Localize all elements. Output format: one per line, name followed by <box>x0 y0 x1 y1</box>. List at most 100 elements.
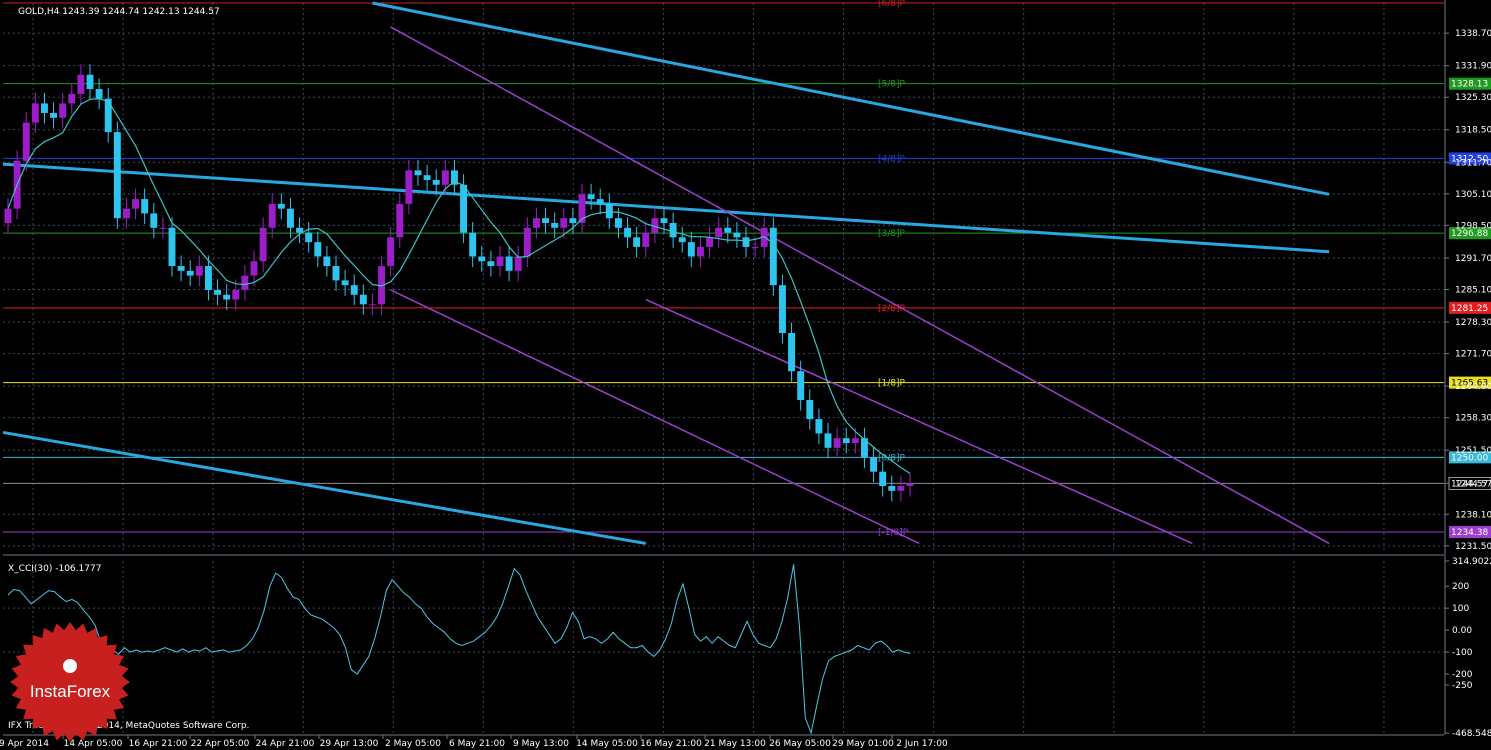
candle-body <box>414 170 422 176</box>
candle-body <box>596 199 604 204</box>
candle-body <box>4 208 12 223</box>
candle-body <box>314 242 322 257</box>
y-tick-label: 1291.70 <box>1455 254 1491 264</box>
candle-body <box>687 242 695 257</box>
candle-body <box>305 232 313 243</box>
candle-body <box>132 199 140 209</box>
candle-body <box>387 237 395 267</box>
x-tick-label: 22 Apr 05:00 <box>191 739 250 749</box>
candle-body <box>478 256 486 262</box>
candle-body <box>833 438 841 448</box>
candle-body <box>241 275 249 290</box>
x-tick-label: 21 May 13:00 <box>704 739 766 749</box>
x-tick-label: 26 May 05:00 <box>769 739 831 749</box>
candle-body <box>277 203 285 209</box>
level-label: [6/8]P <box>878 0 906 9</box>
y-tick-label: 1278.30 <box>1455 318 1491 328</box>
candle-body <box>368 304 376 306</box>
candle-body <box>797 371 805 400</box>
x-tick-label: 14 Apr 05:00 <box>64 739 123 749</box>
candle-body <box>441 170 449 185</box>
y-tick-label: 1298.50 <box>1455 221 1491 231</box>
candle-body <box>742 237 750 247</box>
candle-body <box>587 194 595 200</box>
x-tick-label: 2 Jun 17:00 <box>896 739 948 749</box>
candle-body <box>487 261 495 267</box>
cci-tick-label: 200 <box>1452 582 1469 592</box>
candle-body <box>733 232 741 238</box>
candle-body <box>359 294 367 305</box>
y-tick-label: 1238.10 <box>1455 510 1491 520</box>
candle-body <box>77 74 85 94</box>
candle-body <box>214 289 222 295</box>
x-tick-label: 29 Apr 13:00 <box>320 739 379 749</box>
candle-body <box>195 266 203 276</box>
candle-body <box>551 223 559 228</box>
cci-tick-label: -100 <box>1452 648 1473 658</box>
x-tick-label: 14 May 05:00 <box>576 739 638 749</box>
candle-body <box>104 98 112 133</box>
candle-body <box>59 103 67 118</box>
candle-body <box>769 227 777 286</box>
candle-body <box>851 438 859 443</box>
candle-body <box>150 213 158 228</box>
candle-body <box>778 285 786 333</box>
level-label: [1/8]P <box>878 379 906 389</box>
chart-background <box>0 0 1491 750</box>
candle-body <box>31 103 39 123</box>
candle-body <box>95 89 103 99</box>
y-tick-label: 1325.30 <box>1455 93 1491 103</box>
candle-body <box>706 237 714 247</box>
cci-tick-label: 314.9022 <box>1452 557 1491 567</box>
cci-tick-label: -468.5486 <box>1452 729 1491 739</box>
y-tick-label: 1305.10 <box>1455 190 1491 200</box>
trading-chart[interactable]: [6/8]P[5/8]P 1328.13[4/8]P 1312.50[3/8]P 12… <box>0 0 1491 750</box>
candle-body <box>523 227 531 257</box>
y-tick-label: 1318.50 <box>1455 126 1491 136</box>
candle-body <box>396 203 404 238</box>
candle-body <box>323 256 331 267</box>
candle-body <box>514 256 522 271</box>
y-tick-label: 1258.30 <box>1455 414 1491 424</box>
cci-tick-label: 0.00 <box>1452 626 1472 636</box>
candle-body <box>678 237 686 243</box>
candle-body <box>824 433 832 448</box>
candle-body <box>341 280 349 286</box>
candle-body <box>842 438 850 443</box>
logo-text: InstaForex <box>30 682 111 701</box>
candle-body <box>724 227 732 233</box>
x-tick-label: 9 Apr 2014 <box>0 739 49 749</box>
y-tick-label: 1251.50 <box>1455 446 1491 456</box>
candle-body <box>268 203 276 228</box>
candle-body <box>569 218 577 223</box>
candle-body <box>660 218 668 223</box>
y-tick-label: 1311.70 <box>1455 158 1491 168</box>
cci-tick-label: -250 <box>1452 681 1473 691</box>
candle-body <box>633 237 641 247</box>
candle-body <box>296 227 304 233</box>
candle-body <box>806 399 814 420</box>
candle-body <box>86 74 94 90</box>
y-tick-label: 1244.57 <box>1455 479 1491 489</box>
level-label: [5/8]P <box>878 80 906 90</box>
x-tick-label: 2 May 05:00 <box>385 739 441 749</box>
x-tick-label: 16 May 21:00 <box>640 739 702 749</box>
candle-body <box>122 208 130 219</box>
candle-body <box>40 103 48 113</box>
candle-body <box>496 256 504 267</box>
x-tick-label: 24 Apr 21:00 <box>256 739 315 749</box>
candle-body <box>469 232 477 257</box>
candle-body <box>888 486 896 491</box>
candle-body <box>423 175 431 180</box>
candle-body <box>223 294 231 300</box>
candle-body <box>159 227 167 229</box>
candle-body <box>332 266 340 281</box>
candle-body <box>879 471 887 487</box>
candle-body <box>350 285 358 295</box>
candle-body <box>624 227 632 238</box>
candle-body <box>906 483 914 487</box>
y-tick-label: 1231.50 <box>1455 542 1491 552</box>
x-tick-label: 9 May 13:00 <box>513 739 569 749</box>
candle-body <box>897 486 905 491</box>
y-tick-label: 1285.10 <box>1455 285 1491 295</box>
